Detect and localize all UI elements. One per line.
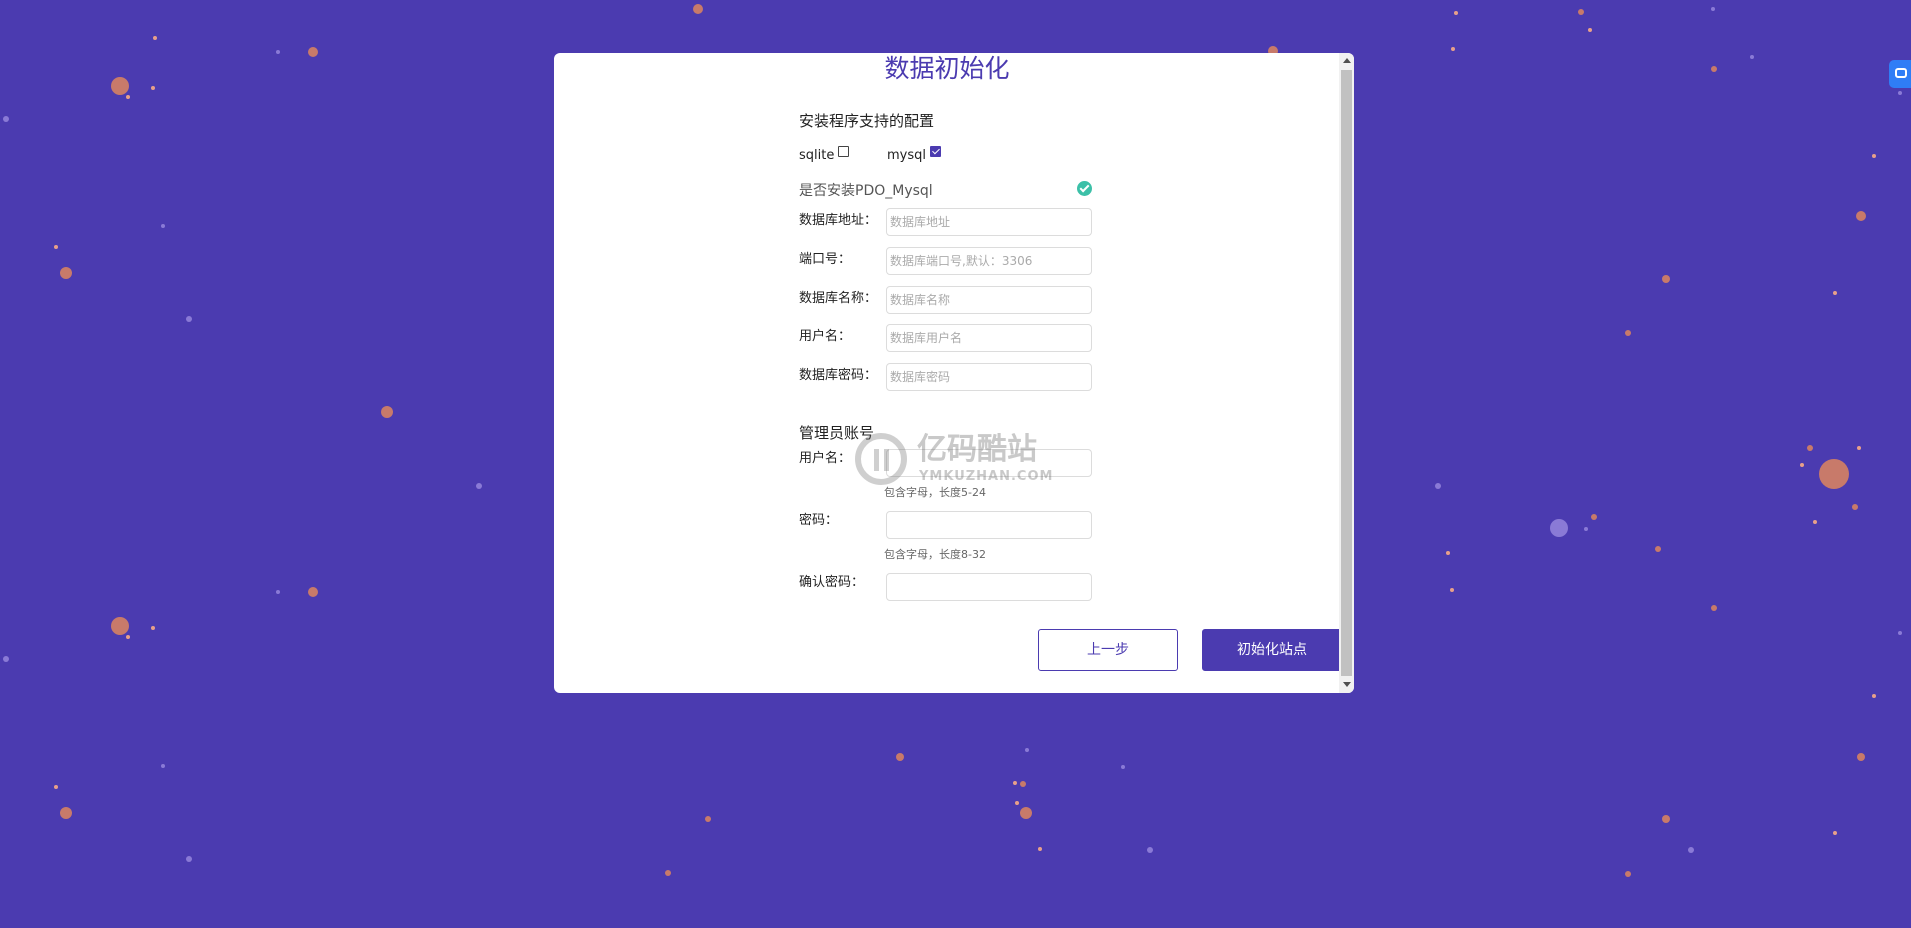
db-user-input[interactable] bbox=[886, 324, 1092, 352]
admin-password-input[interactable] bbox=[886, 511, 1092, 539]
sqlite-option[interactable]: sqlite bbox=[799, 146, 850, 164]
admin-account-title: 管理员账号 bbox=[799, 424, 875, 442]
admin-password-label: 密码： bbox=[799, 513, 839, 528]
mysql-label: mysql bbox=[887, 148, 926, 163]
scroll-up-arrow-icon[interactable] bbox=[1343, 58, 1351, 63]
prev-step-button[interactable]: 上一步 bbox=[1038, 629, 1178, 671]
init-site-button[interactable]: 初始化站点 bbox=[1202, 629, 1342, 671]
db-host-label: 数据库地址： bbox=[799, 213, 878, 228]
scroll-thumb[interactable] bbox=[1341, 70, 1352, 676]
confirm-password-input[interactable] bbox=[886, 573, 1092, 601]
db-user-label: 用户名： bbox=[799, 329, 852, 344]
db-password-input[interactable] bbox=[886, 363, 1092, 391]
scrollbar[interactable] bbox=[1339, 53, 1354, 693]
sqlite-checkbox[interactable] bbox=[838, 146, 850, 157]
db-port-label: 端口号： bbox=[799, 252, 852, 267]
admin-username-hint: 包含字母，长度5-24 bbox=[884, 486, 986, 499]
db-password-label: 数据库密码： bbox=[799, 368, 878, 383]
scroll-down-arrow-icon[interactable] bbox=[1343, 682, 1351, 687]
pdo-mysql-label: 是否安装PDO_Mysql bbox=[799, 183, 933, 199]
db-name-label: 数据库名称： bbox=[799, 291, 878, 306]
admin-username-input[interactable] bbox=[886, 449, 1092, 477]
page-title: 数据初始化 bbox=[884, 54, 1010, 83]
confirm-password-label: 确认密码： bbox=[799, 575, 865, 590]
side-floating-icon[interactable] bbox=[1889, 60, 1911, 88]
db-host-input[interactable] bbox=[886, 208, 1092, 236]
sqlite-label: sqlite bbox=[799, 148, 835, 163]
mysql-checkbox[interactable] bbox=[930, 146, 941, 157]
check-circle-icon bbox=[1077, 181, 1092, 196]
support-config-title: 安装程序支持的配置 bbox=[799, 112, 935, 130]
admin-password-hint: 包含字母，长度8-32 bbox=[884, 548, 986, 561]
mysql-option[interactable]: mysql bbox=[887, 146, 941, 164]
db-port-input[interactable] bbox=[886, 247, 1092, 275]
admin-username-label: 用户名： bbox=[799, 451, 852, 466]
init-dialog: 数据初始化 安装程序支持的配置 sqlite mysql 是否安装PDO_Mys… bbox=[554, 53, 1354, 693]
db-name-input[interactable] bbox=[886, 286, 1092, 314]
